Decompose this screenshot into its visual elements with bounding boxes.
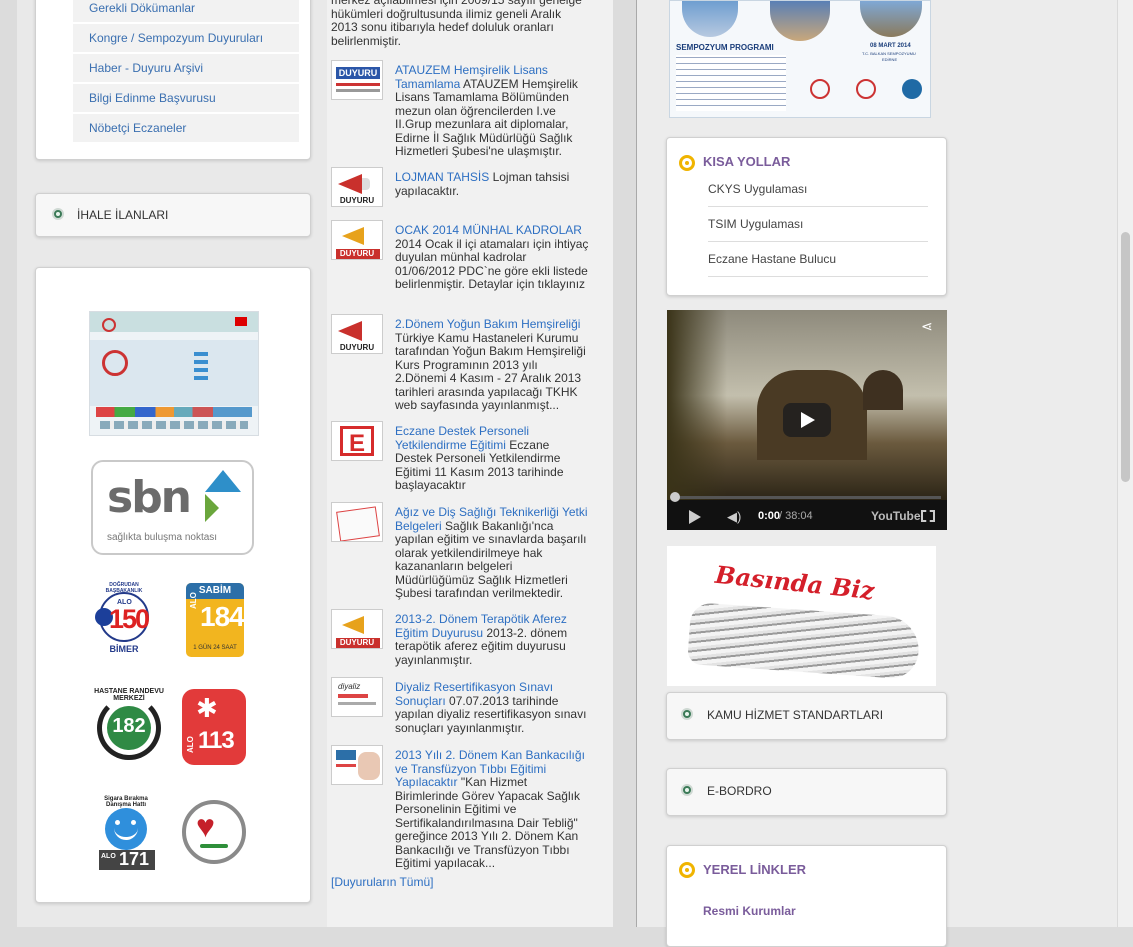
bullet-icon xyxy=(52,208,64,220)
newspaper-icon xyxy=(687,602,921,680)
alo-171-arc-text: Sigara Bırakma Danışma Hattı xyxy=(104,796,148,808)
menu-item-kongre-sempozyum[interactable]: Kongre / Sempozyum Duyuruları xyxy=(73,24,299,53)
banner-photo-3 xyxy=(860,1,922,37)
news-item-1: ATAUZEM Hemşirelik Lisans Tamamlama ATAU… xyxy=(395,63,587,159)
share-icon[interactable]: ⋖ xyxy=(921,318,933,335)
news-thumb-duyuru[interactable]: DUYURU xyxy=(331,60,383,100)
mhrs-182-logo[interactable]: HASTANE RANDEVU MERKEZİ 182 xyxy=(93,688,165,768)
menu-item-haber-arsivi[interactable]: Haber - Duyuru Arşivi xyxy=(73,54,299,83)
sbn-logo-text: sbn xyxy=(107,472,192,523)
video-time-total: / 38:04 xyxy=(779,510,813,522)
quick-link-eczane-hastane[interactable]: Eczane Hastane Bulucu xyxy=(708,242,928,277)
banner-title: SEMPOZYUM PROGRAMI xyxy=(676,43,774,52)
play-icon xyxy=(801,412,815,428)
alo-113-number: 113 xyxy=(198,727,235,754)
ihale-ilanlari-bar[interactable]: İHALE İLANLARI xyxy=(35,193,311,237)
news-thumb-megaphone[interactable]: DUYURU xyxy=(331,167,383,207)
video-time-current: 0:00 xyxy=(758,510,781,522)
video-progress-bar[interactable] xyxy=(673,496,941,499)
local-link-resmi-kurumlar[interactable]: Resmi Kurumlar xyxy=(703,904,796,918)
quick-link-ckys[interactable]: CKYS Uygulaması xyxy=(708,172,928,207)
column-divider xyxy=(613,0,637,927)
youtube-logo[interactable]: YouTube xyxy=(871,509,921,523)
menu-item-bilgi-edinme[interactable]: Bilgi Edinme Başvurusu xyxy=(73,84,299,113)
banner-date: 08 MART 2014 xyxy=(870,43,911,49)
news-intro-text: merkez açılabilmesi için 2009/15 sayılı … xyxy=(331,0,582,48)
alo-150-logo[interactable]: DOĞRUDAN BAŞBAKANLIK ALO 150 BİMER xyxy=(93,582,155,658)
quick-links-title-icon xyxy=(679,155,695,171)
mhrs-number: 182 xyxy=(112,715,146,737)
heart-campaign-logo[interactable]: ♥ xyxy=(182,800,246,864)
local-links-title-icon xyxy=(679,862,695,878)
news-item-9-body: "Kan Hizmet Birimlerinde Görev Yapacak S… xyxy=(395,775,580,870)
play-button[interactable] xyxy=(783,403,831,437)
symposium-banner[interactable]: SEMPOZYUM PROGRAMI 08 MART 2014 T.C. BAL… xyxy=(669,0,931,118)
menu-item-nobetci-eczaneler[interactable]: Nöbetçi Eczaneler xyxy=(73,114,299,143)
fullscreen-icon[interactable] xyxy=(921,510,935,522)
video-progress-handle[interactable] xyxy=(670,492,680,502)
news-item-8: Diyaliz Resertifikasyon Sınavı Sonuçları… xyxy=(331,680,589,735)
alo-171-number: 171 xyxy=(119,849,150,869)
all-announcements-link[interactable]: [Duyuruların Tümü] xyxy=(331,875,434,889)
news-item-3: OCAK 2014 MÜNHAL KADROLAR 2014 Ocak il i… xyxy=(331,223,589,292)
ihale-ilanlari-label: İHALE İLANLARI xyxy=(77,208,169,222)
news-item-4-body: Türkiye Kamu Hastaneleri Kurumu tarafınd… xyxy=(395,330,586,412)
alo-150-number: 150 xyxy=(109,604,150,634)
banner-photo-2 xyxy=(770,1,830,41)
sabim-184-logo[interactable]: SABİM ALO 184 1 GÜN 24 SAAT xyxy=(186,583,244,657)
sabim-bottom-text: 1 GÜN 24 SAAT xyxy=(193,645,237,651)
news-item-9: 2013 Yılı 2. Dönem Kan Bankacılığı ve Tr… xyxy=(331,748,589,871)
duyuru-badge: DUYURU xyxy=(336,67,380,79)
news-item-4-title[interactable]: 2.Dönem Yoğun Bakım Hemşireliği xyxy=(395,317,580,331)
ministry-site-thumbnail[interactable] xyxy=(89,311,259,436)
alo-171-logo[interactable]: Sigara Bırakma Danışma Hattı ALO 171 xyxy=(93,796,159,872)
news-item-6: Ağız ve Diş Sağlığı Teknikerliği Yetki B… xyxy=(331,505,589,601)
e-bordro-bar[interactable]: E-BORDRO xyxy=(666,768,947,816)
video-player[interactable]: ⋖ ◀) 0:00 / 38:04 YouTube xyxy=(667,310,947,530)
sbn-arrow-icon xyxy=(205,470,241,492)
page: Gerekli Dökümanlar Kongre / Sempozyum Du… xyxy=(0,0,1133,947)
banner-place: T.C. BALKAN SEMPOZYUMU xyxy=(862,51,916,56)
heart-icon: ♥ xyxy=(196,808,215,844)
local-links-box xyxy=(666,845,947,947)
star-icon: ✱ xyxy=(196,693,218,723)
volume-icon[interactable]: ◀) xyxy=(727,510,741,524)
alo-171-alo-text: ALO xyxy=(101,853,116,860)
duyuru-label: DUYURU xyxy=(339,196,375,205)
quick-link-tsim[interactable]: TSIM Uygulaması xyxy=(708,207,928,242)
bullet-icon xyxy=(681,784,693,796)
sbn-logo[interactable]: sbn sağlıkta buluşma noktası xyxy=(91,460,254,555)
alo-150-bottom-text: BİMER xyxy=(109,644,139,654)
e-bordro-label: E-BORDRO xyxy=(707,784,772,798)
banner-program-lines xyxy=(676,55,786,111)
kamu-hizmet-bar[interactable]: KAMU HİZMET STANDARTLARI xyxy=(666,692,947,740)
sbn-subtitle: sağlıkta buluşma noktası xyxy=(107,532,218,543)
page-scrollbar[interactable] xyxy=(1117,0,1133,927)
quick-links-title: KISA YOLLAR xyxy=(703,154,791,169)
alo-113-alo-text: ALO xyxy=(186,736,195,753)
sabim-alo-text: ALO xyxy=(189,592,198,609)
news-item-4: 2.Dönem Yoğun Bakım Hemşireliği Türkiye … xyxy=(331,317,589,413)
play-control-icon[interactable] xyxy=(689,510,701,524)
alo-113-logo[interactable]: ✱ ALO 113 xyxy=(182,689,246,765)
bullet-icon xyxy=(681,708,693,720)
news-item-7: 2013-2. Dönem Terapötik Aferez Eğitim Du… xyxy=(331,612,589,667)
news-item-2: LOJMAN TAHSİS Lojman tahsisi yapılacaktı… xyxy=(395,170,587,198)
press-title: Basında Biz xyxy=(713,559,876,606)
news-item-2-title[interactable]: LOJMAN TAHSİS xyxy=(395,170,489,184)
news-item-3-title[interactable]: OCAK 2014 MÜNHAL KADROLAR xyxy=(395,223,582,237)
local-links-title: YEREL LİNKLER xyxy=(703,862,807,877)
scrollbar-thumb[interactable] xyxy=(1121,232,1130,482)
megaphone-icon xyxy=(338,174,362,194)
menu-item-gerekli-dokumanlar[interactable]: Gerekli Dökümanlar xyxy=(73,0,299,23)
banner-photo-1 xyxy=(682,1,738,37)
banner-place2: EDİRNE xyxy=(882,57,898,62)
press-banner[interactable]: Basında Biz xyxy=(667,546,936,686)
news-item-5: Eczane Destek Personeli Yetkilendirme Eğ… xyxy=(331,424,589,493)
kamu-hizmet-label: KAMU HİZMET STANDARTLARI xyxy=(707,708,884,722)
news-item-3-body: 2014 Ocak il içi atamaları için ihtiyaç … xyxy=(395,236,589,291)
sabim-number: 184 xyxy=(200,601,244,632)
